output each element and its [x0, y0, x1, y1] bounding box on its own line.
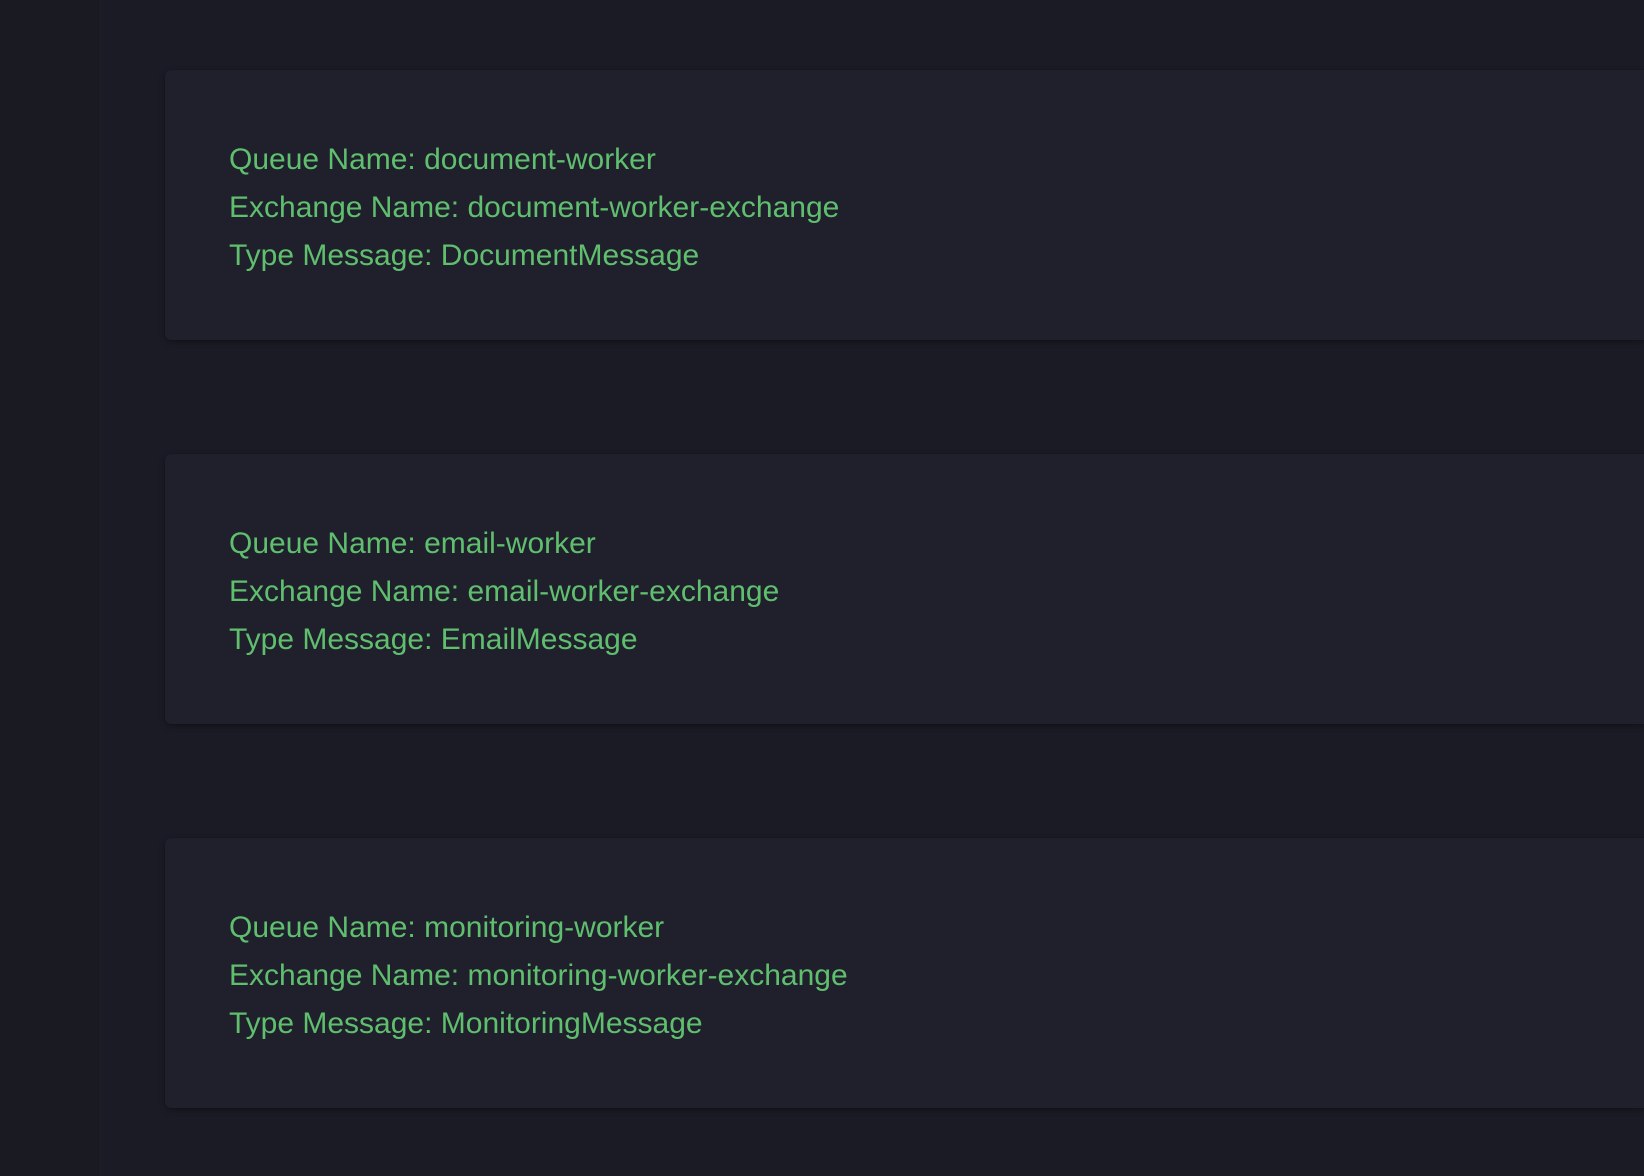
message-type: Type Message: DocumentMessage — [229, 239, 700, 272]
exchange-name: Exchange Name: monitoring-worker-exchang… — [229, 959, 848, 992]
queue-card-document-worker[interactable]: Queue Name: document-worker Exchange Nam… — [165, 70, 1644, 340]
exchange-name: Exchange Name: email-worker-exchange — [229, 575, 780, 608]
queue-name: Queue Name: document-worker — [229, 143, 656, 176]
queue-name: Queue Name: monitoring-worker — [229, 911, 665, 944]
message-type: Type Message: MonitoringMessage — [229, 1007, 703, 1040]
queue-card-monitoring-worker[interactable]: Queue Name: monitoring-worker Exchange N… — [165, 838, 1644, 1108]
exchange-name: Exchange Name: document-worker-exchange — [229, 191, 840, 224]
queue-card-email-worker[interactable]: Queue Name: email-worker Exchange Name: … — [165, 454, 1644, 724]
left-sidebar-rail — [0, 0, 101, 1176]
queue-list: Queue Name: document-worker Exchange Nam… — [101, 0, 1644, 1176]
queue-name: Queue Name: email-worker — [229, 527, 596, 560]
message-type: Type Message: EmailMessage — [229, 623, 638, 656]
